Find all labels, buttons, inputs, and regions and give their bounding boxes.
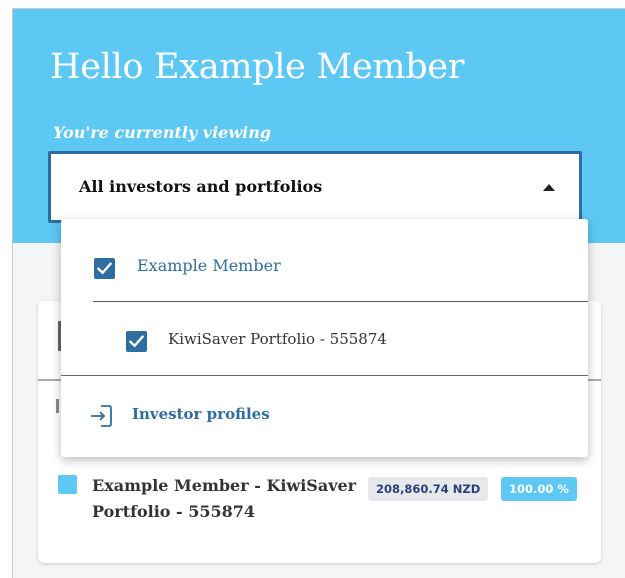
caret-up-icon (543, 184, 555, 191)
investor-profiles-link[interactable]: Investor profiles (89, 403, 309, 431)
card-text-edge (56, 399, 59, 413)
holding-amount-badge: 208,860.74 NZD (368, 477, 489, 501)
holding-percent-badge: 100.00 % (501, 477, 577, 501)
checkbox-checked-icon[interactable] (94, 258, 115, 279)
greeting-title: Hello Example Member (50, 47, 465, 87)
investor-profiles-label: Investor profiles (132, 405, 270, 423)
dropdown-divider (93, 301, 588, 302)
selector-value: All investors and portfolios (79, 177, 323, 196)
option-label: KiwiSaver Portfolio - 555874 (168, 330, 387, 348)
viewing-label: You're currently viewing (53, 123, 272, 142)
login-arrow-icon (89, 403, 115, 433)
option-kiwisaver-portfolio[interactable]: KiwiSaver Portfolio - 555874 (126, 328, 566, 358)
holding-name: Example Member - KiwiSaver Portfolio - 5… (92, 476, 357, 521)
investor-dropdown-menu: Example Member KiwiSaver Portfolio - 555… (61, 219, 588, 457)
investor-selector[interactable]: All investors and portfolios (48, 151, 582, 223)
hero-banner: Hello Example Member You're currently vi… (13, 9, 625, 243)
option-example-member[interactable]: Example Member (94, 255, 564, 285)
option-label: Example Member (137, 256, 281, 275)
app-frame: Hello Example Member You're currently vi… (12, 8, 625, 578)
dropdown-divider (61, 375, 588, 376)
checkbox-checked-icon[interactable] (126, 331, 147, 352)
holding-color-swatch (58, 475, 77, 494)
